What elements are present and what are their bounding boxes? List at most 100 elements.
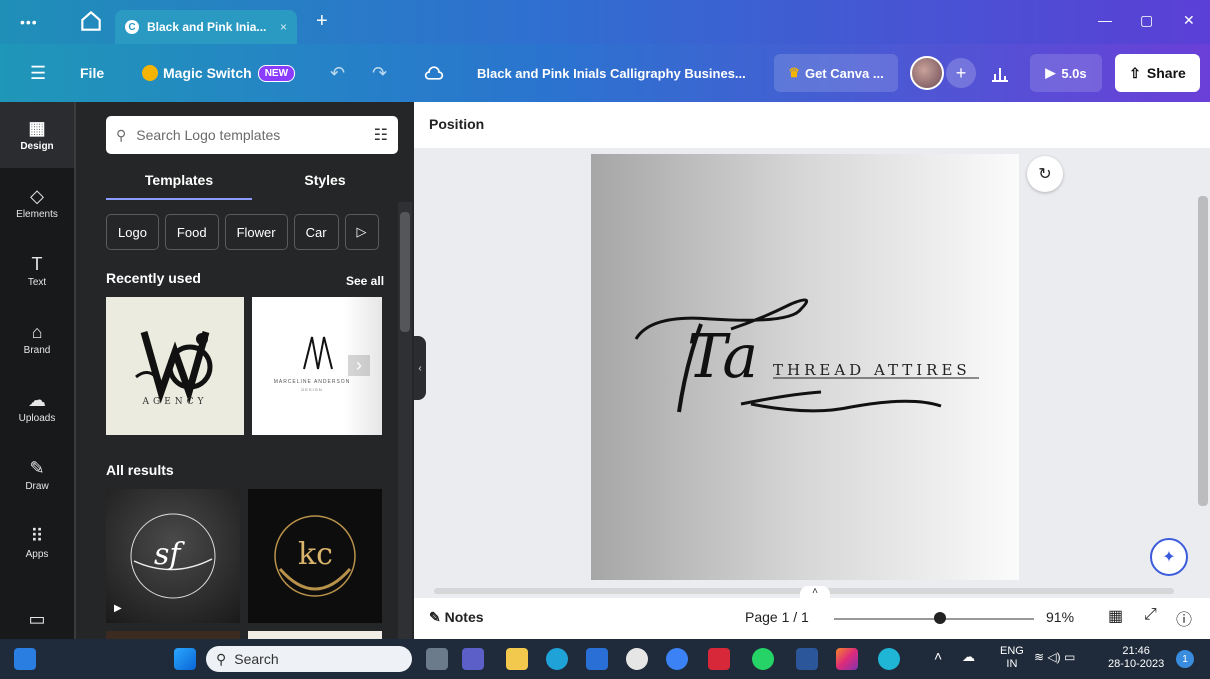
search-icon: ⚲	[116, 126, 127, 143]
editor-toolbar: Position	[414, 102, 1210, 148]
template-thumb-sf[interactable]: sf ▶	[106, 489, 240, 623]
widgets-icon[interactable]	[14, 648, 36, 670]
redo-button[interactable]: ↷	[372, 44, 387, 102]
help-icon[interactable]: ⓘ	[1176, 606, 1192, 630]
language-indicator[interactable]: ENG IN	[1000, 645, 1024, 671]
fullscreen-icon[interactable]: ⤢	[1144, 606, 1157, 624]
grid-view-icon[interactable]: ▦	[1108, 606, 1123, 626]
browser-tab[interactable]: C Black and Pink Inia... ×	[115, 10, 297, 44]
folder-icon: ▭	[28, 609, 46, 629]
date-label: 28-10-2023	[1108, 658, 1165, 670]
zoom-slider-handle[interactable]	[934, 612, 946, 624]
avatar[interactable]	[910, 56, 944, 90]
tray-app-icon[interactable]: ☁	[962, 650, 975, 663]
rail-brand[interactable]: ⌂ Brand	[0, 306, 74, 372]
template-thumb-marceline[interactable]: MARCELINE ANDERSON DESIGN ›	[252, 297, 382, 435]
whatsapp-icon[interactable]	[752, 648, 774, 670]
see-all-link[interactable]: See all	[346, 274, 384, 288]
browser-menu-button[interactable]: •••	[20, 14, 38, 30]
rail-label: Design	[20, 140, 54, 152]
panel-scroll-thumb[interactable]	[400, 212, 410, 332]
carousel-next-icon[interactable]: ›	[348, 355, 370, 376]
template-thumb-kc[interactable]: kc	[248, 489, 382, 623]
browser-tabstrip: ••• C Black and Pink Inia... × + — ▢ ✕	[0, 0, 1210, 44]
undo-button[interactable]: ↶	[330, 44, 345, 102]
editor-topbar: ☰ File Magic Switch NEW ↶ ↷ Black and Pi…	[0, 44, 1210, 102]
template-thumb-partial[interactable]	[248, 631, 382, 639]
store-icon[interactable]	[586, 648, 608, 670]
notification-badge[interactable]: 1	[1176, 650, 1194, 668]
rail-uploads[interactable]: ☁ Uploads	[0, 374, 74, 440]
templates-panel: ⚲ Search Logo templates ☷ Templates Styl…	[76, 102, 414, 639]
text-icon: T	[31, 253, 43, 274]
rail-apps[interactable]: ⠿ Apps	[0, 510, 74, 576]
canvas-vertical-thumb[interactable]	[1198, 196, 1208, 506]
chrome-icon[interactable]	[626, 648, 648, 670]
collapse-panel-button[interactable]: ‹	[414, 336, 426, 400]
invite-button[interactable]: +	[946, 58, 976, 88]
search-input[interactable]: ⚲ Search Logo templates ☷	[106, 116, 398, 154]
close-window-button[interactable]: ✕	[1183, 12, 1195, 29]
video-play-icon: ▶	[114, 603, 122, 614]
rail-elements[interactable]: ◇ Elements	[0, 170, 74, 236]
document-title[interactable]: Black and Pink Inials Calligraphy Busine…	[477, 44, 746, 102]
chip-logo[interactable]: Logo	[106, 214, 159, 250]
teams-icon[interactable]	[462, 648, 484, 670]
page-indicator[interactable]: Page 1 / 1	[745, 609, 809, 625]
file-explorer-icon[interactable]	[506, 648, 528, 670]
design-canvas[interactable]: Ta THREAD ATTIRES	[591, 154, 1019, 580]
clock[interactable]: 21:46 28-10-2023	[1108, 645, 1164, 671]
tab-styles[interactable]: Styles	[252, 164, 398, 200]
panel-tabs: Templates Styles	[106, 164, 398, 200]
magic-switch-button[interactable]: Magic Switch NEW	[142, 44, 296, 102]
chip-more[interactable]: ▷	[344, 214, 379, 250]
tab-close-button[interactable]: ×	[280, 20, 287, 34]
design-icon: ▦	[28, 117, 46, 138]
restore-button[interactable]: ▢	[1140, 12, 1153, 29]
present-button[interactable]: ▶ 5.0s	[1030, 54, 1102, 92]
chip-food[interactable]: Food	[164, 214, 219, 250]
minimize-button[interactable]: —	[1098, 12, 1112, 28]
notes-button[interactable]: ✎ Notes	[429, 609, 484, 626]
rail-draw[interactable]: ✎ Draw	[0, 442, 74, 508]
get-canva-pro-button[interactable]: ♛ Get Canva ...	[774, 54, 898, 92]
edge-icon[interactable]	[546, 648, 568, 670]
rail-design[interactable]: ▦ Design	[0, 102, 74, 168]
tray-overflow-icon[interactable]: ˄	[934, 649, 942, 663]
filter-icon[interactable]: ☷	[374, 125, 388, 145]
magic-assistant-icon[interactable]: ✦	[1150, 538, 1188, 576]
help-app-icon[interactable]	[666, 648, 688, 670]
get-canva-label: Get Canva ...	[804, 65, 884, 81]
menu-icon[interactable]: ☰	[30, 44, 46, 102]
uploads-icon: ☁	[28, 389, 46, 410]
word-icon[interactable]	[796, 648, 818, 670]
canvas-brand-text[interactable]: THREAD ATTIRES	[773, 361, 971, 379]
share-button[interactable]: ⇧ Share	[1115, 54, 1200, 92]
task-view-icon[interactable]	[426, 648, 448, 670]
file-menu[interactable]: File	[80, 44, 104, 102]
canva-taskbar-icon[interactable]	[878, 648, 900, 670]
zoom-level[interactable]: 91%	[1046, 609, 1074, 625]
apps-icon: ⠿	[30, 525, 44, 546]
insights-icon[interactable]	[990, 64, 1010, 82]
windows-taskbar: ⚲ Search ˄ ☁ ENG IN ≋ ◁) ▭ 21:46 28-10-2…	[0, 639, 1210, 679]
instagram-icon[interactable]	[836, 648, 858, 670]
editor-area: Position Ta THREAD ATTIRES ↻ ✦ ˄ ✎ Notes…	[414, 102, 1210, 639]
chip-car[interactable]: Car	[293, 214, 339, 250]
add-comment-icon[interactable]: ↻	[1027, 156, 1063, 192]
canvas-monogram[interactable]: Ta	[687, 322, 758, 392]
template-thumb-partial[interactable]	[106, 631, 240, 639]
mcafee-icon[interactable]	[708, 648, 730, 670]
home-icon[interactable]	[78, 8, 104, 34]
position-button[interactable]: Position	[429, 116, 484, 132]
new-tab-button[interactable]: +	[316, 10, 328, 33]
windows-start-icon[interactable]	[174, 648, 196, 670]
notes-icon: ✎	[429, 609, 441, 625]
tab-templates[interactable]: Templates	[106, 164, 252, 200]
rail-text[interactable]: T Text	[0, 238, 74, 304]
chip-flower[interactable]: Flower	[224, 214, 288, 250]
template-thumb-agency[interactable]: AGENCY	[106, 297, 244, 435]
wifi-volume-battery-icon[interactable]: ≋ ◁) ▭	[1034, 651, 1075, 664]
taskbar-search[interactable]: ⚲ Search	[206, 646, 412, 672]
cloud-sync-icon[interactable]	[424, 64, 444, 82]
